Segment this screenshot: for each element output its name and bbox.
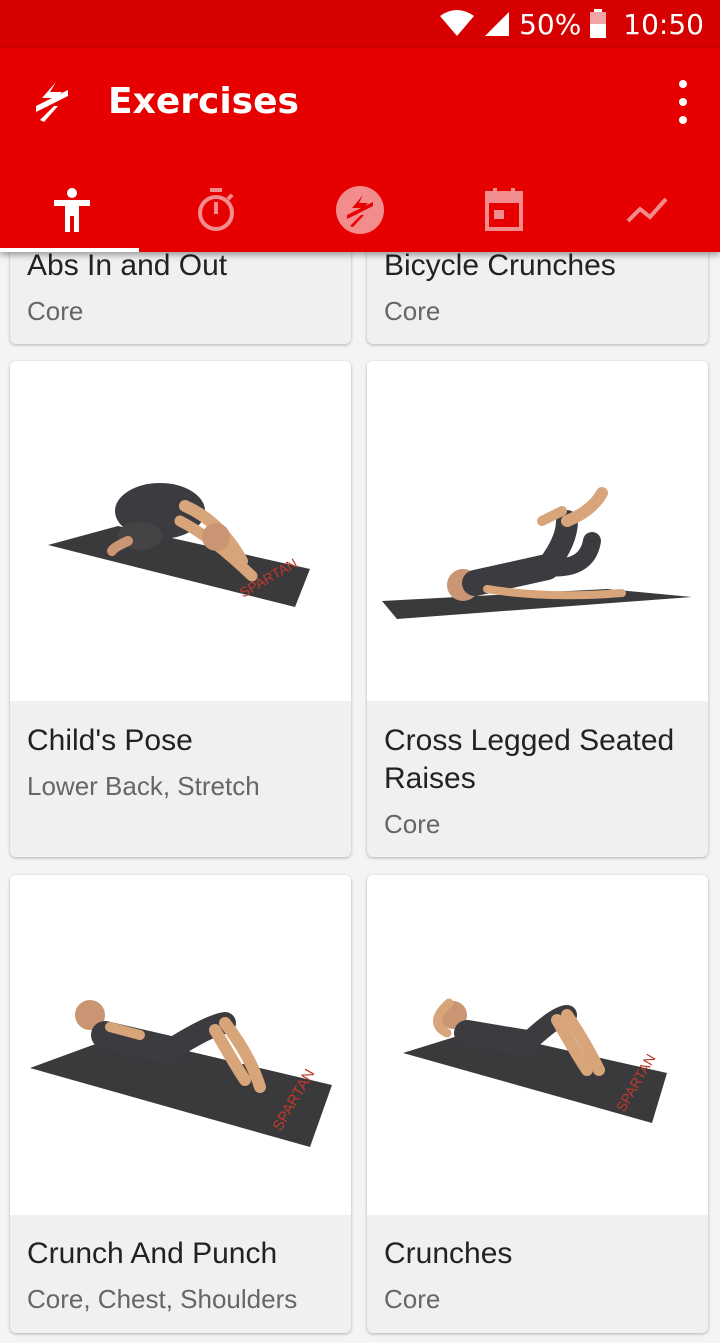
overflow-menu-button[interactable] (668, 80, 698, 124)
exercise-card[interactable]: SPARTAN Crunch And Punch Core, Chest, Sh… (10, 875, 351, 1333)
tab-exercises[interactable] (0, 168, 144, 252)
exercise-name: Raises (384, 762, 476, 795)
exercise-name: Cross Legged Seated (384, 724, 675, 757)
overflow-dot-icon (679, 116, 687, 124)
exercise-category: Core, Chest, Shoulders (27, 1284, 298, 1314)
tab-bar (0, 168, 720, 252)
exercise-name: Abs In and Out (27, 249, 228, 282)
exercise-category: Core (27, 296, 84, 326)
overflow-dot-icon (679, 80, 687, 88)
trend-icon (626, 197, 668, 223)
exercise-image: SPARTAN (10, 361, 351, 701)
app-logo-icon (36, 82, 68, 122)
exercise-card[interactable]: Cross Legged Seated Raises Core (367, 361, 708, 857)
tab-progress[interactable] (576, 168, 720, 252)
tab-timer[interactable] (144, 168, 288, 252)
exercise-name: Child's Pose (27, 724, 193, 757)
exercise-image: SPARTAN (10, 875, 351, 1215)
page-title: Exercises (108, 81, 299, 122)
exercise-category: Core (384, 1284, 441, 1314)
exercise-card[interactable]: SPARTAN Crunches Core (367, 875, 708, 1333)
exercise-category: Core (384, 809, 441, 839)
app-bar: Exercises (0, 48, 720, 252)
exercise-image (367, 361, 708, 701)
spartan-logo-icon (336, 186, 384, 234)
exercise-card[interactable]: SPARTAN Child's Pose Lower Back, Stretch (10, 361, 351, 857)
exercise-name: Crunches (384, 1237, 513, 1270)
exercise-name: Bicycle Crunches (384, 249, 616, 282)
calendar-icon (485, 188, 523, 231)
tab-calendar[interactable] (432, 168, 576, 252)
exercise-image: SPARTAN (367, 875, 708, 1215)
person-icon (54, 188, 90, 232)
tab-workouts[interactable] (288, 168, 432, 252)
stopwatch-icon (198, 188, 234, 231)
overflow-dot-icon (679, 98, 687, 106)
exercise-category: Lower Back, Stretch (27, 771, 260, 801)
active-tab-indicator (0, 248, 139, 252)
exercise-category: Core (384, 296, 441, 326)
exercise-name: Crunch And Punch (27, 1237, 278, 1270)
